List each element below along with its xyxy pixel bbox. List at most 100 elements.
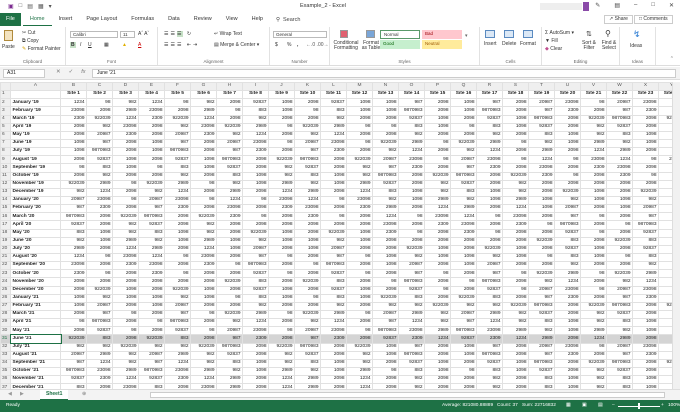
value-cell[interactable]: 987 xyxy=(632,212,659,222)
value-cell[interactable]: 982 xyxy=(164,293,191,303)
value-cell[interactable]: 2098 xyxy=(580,204,607,214)
value-cell[interactable]: 2098 xyxy=(424,163,451,173)
row-header[interactable]: 34 xyxy=(0,358,11,368)
value-cell[interactable]: 1234 xyxy=(138,252,165,263)
value-cell[interactable]: 922039 xyxy=(86,285,113,295)
value-cell[interactable]: 2309 xyxy=(398,163,425,173)
style-good[interactable]: Good xyxy=(380,40,420,49)
value-cell[interactable]: 92837 xyxy=(138,220,165,230)
value-cell[interactable]: 2989 xyxy=(294,187,321,197)
value-cell[interactable]: 1234 xyxy=(554,277,581,287)
column-header-J[interactable]: J xyxy=(268,82,295,92)
value-cell[interactable]: 922039 xyxy=(216,277,243,287)
fill-button[interactable]: ▼ Fill xyxy=(545,38,558,44)
value-cell[interactable]: 982 xyxy=(476,252,503,263)
value-cell[interactable]: 9870983 xyxy=(164,147,191,157)
value-cell[interactable]: 982 xyxy=(86,122,113,132)
value-cell[interactable]: 1098 xyxy=(346,228,373,238)
column-header-H[interactable]: H xyxy=(216,82,243,92)
value-cell[interactable]: 20987 xyxy=(554,204,581,214)
value-cell[interactable]: 98 xyxy=(424,269,451,279)
value-cell[interactable]: 982 xyxy=(580,122,607,132)
value-cell[interactable]: 2309 xyxy=(294,212,321,222)
value-cell[interactable]: 23098 xyxy=(60,106,87,116)
value-cell[interactable]: 2098 xyxy=(268,114,295,124)
row-header[interactable]: 20 xyxy=(0,244,11,254)
row-header[interactable]: 10 xyxy=(0,163,11,173)
value-cell[interactable]: 1234 xyxy=(190,114,217,124)
font-color-icon[interactable]: A xyxy=(138,42,141,48)
column-title-cell[interactable]: Site 24 xyxy=(658,90,672,100)
value-cell[interactable]: 9870983 xyxy=(60,212,87,222)
value-cell[interactable]: 98 xyxy=(268,252,295,263)
value-cell[interactable]: 2309 xyxy=(606,171,633,181)
value-cell[interactable]: 1234 xyxy=(424,334,451,344)
value-cell[interactable]: 98 xyxy=(502,269,529,279)
value-cell[interactable]: 922039 xyxy=(398,244,425,254)
value-cell[interactable]: 2098 xyxy=(346,147,373,157)
value-cell[interactable]: 92837 xyxy=(450,334,477,344)
month-cell[interactable]: February '21 xyxy=(10,301,61,311)
value-cell[interactable]: 1098 xyxy=(424,244,451,254)
value-cell[interactable]: 2098 xyxy=(190,277,217,287)
value-cell[interactable]: 2098 xyxy=(268,212,295,222)
value-cell[interactable]: 987 xyxy=(294,334,321,344)
value-cell[interactable]: 2989 xyxy=(476,138,503,149)
value-cell[interactable]: 1098 xyxy=(606,204,633,214)
value-cell[interactable]: 883 xyxy=(242,106,269,116)
value-cell[interactable]: 1098 xyxy=(268,293,295,303)
value-cell[interactable]: 2098 xyxy=(372,244,399,254)
value-cell[interactable]: 883 xyxy=(138,228,165,238)
value-cell[interactable]: 2098 xyxy=(502,163,529,173)
column-header-U[interactable]: U xyxy=(554,82,581,92)
wrap-text-button[interactable]: ↵ Wrap Text xyxy=(214,31,242,37)
value-cell[interactable]: 982 xyxy=(580,130,607,140)
value-cell[interactable]: 1098 xyxy=(658,244,672,254)
value-cell[interactable]: 98 xyxy=(190,309,217,320)
value-cell[interactable]: 1098 xyxy=(60,293,87,303)
value-cell[interactable]: 982 xyxy=(268,350,295,360)
value-cell[interactable]: 2098 xyxy=(112,204,139,214)
value-cell[interactable]: 1234 xyxy=(190,375,217,385)
value-cell[interactable]: 1234 xyxy=(372,212,399,222)
value-cell[interactable]: 1098 xyxy=(372,106,399,116)
value-cell[interactable]: 2098 xyxy=(346,244,373,254)
value-cell[interactable]: 1234 xyxy=(190,244,217,254)
value-cell[interactable]: 982 xyxy=(112,220,139,230)
value-cell[interactable]: 98 xyxy=(606,252,633,263)
value-cell[interactable]: 2098 xyxy=(632,179,659,189)
value-cell[interactable]: 1098 xyxy=(424,114,451,124)
value-cell[interactable]: 92837 xyxy=(476,114,503,124)
value-cell[interactable]: 987 xyxy=(320,252,347,263)
value-cell[interactable]: 1098 xyxy=(164,236,191,246)
value-cell[interactable]: 982 xyxy=(112,228,139,238)
value-cell[interactable]: 9870983 xyxy=(554,220,581,230)
value-cell[interactable]: 982 xyxy=(190,98,217,108)
value-cell[interactable]: 98 xyxy=(216,106,243,116)
value-cell[interactable]: 883 xyxy=(554,252,581,263)
column-header-I[interactable]: I xyxy=(242,82,269,92)
value-cell[interactable]: 23098 xyxy=(372,220,399,230)
value-cell[interactable]: 2098 xyxy=(346,261,373,271)
value-cell[interactable]: 98 xyxy=(216,261,243,271)
value-cell[interactable]: 2989 xyxy=(502,195,529,206)
value-cell[interactable]: 2989 xyxy=(190,366,217,377)
value-cell[interactable]: 2098 xyxy=(164,106,191,116)
value-cell[interactable]: 1234 xyxy=(86,187,113,197)
conditional-formatting-button[interactable]: Conditional Formatting xyxy=(332,41,360,51)
value-cell[interactable]: 2098 xyxy=(476,220,503,230)
value-cell[interactable]: 2098 xyxy=(242,220,269,230)
value-cell[interactable]: 982 xyxy=(216,179,243,189)
value-cell[interactable]: 922039 xyxy=(268,342,295,352)
value-cell[interactable]: 2098 xyxy=(424,228,451,238)
value-cell[interactable]: 92837 xyxy=(528,366,555,377)
value-cell[interactable]: 92837 xyxy=(398,285,425,295)
value-cell[interactable]: 1234 xyxy=(398,318,425,328)
value-cell[interactable]: 1098 xyxy=(528,204,555,214)
value-cell[interactable]: 9870983 xyxy=(476,277,503,287)
value-cell[interactable]: 987 xyxy=(476,98,503,108)
value-cell[interactable]: 20987 xyxy=(528,98,555,108)
value-cell[interactable]: 2989 xyxy=(242,122,269,132)
value-cell[interactable]: 20987 xyxy=(138,350,165,360)
value-cell[interactable]: 2098 xyxy=(346,212,373,222)
